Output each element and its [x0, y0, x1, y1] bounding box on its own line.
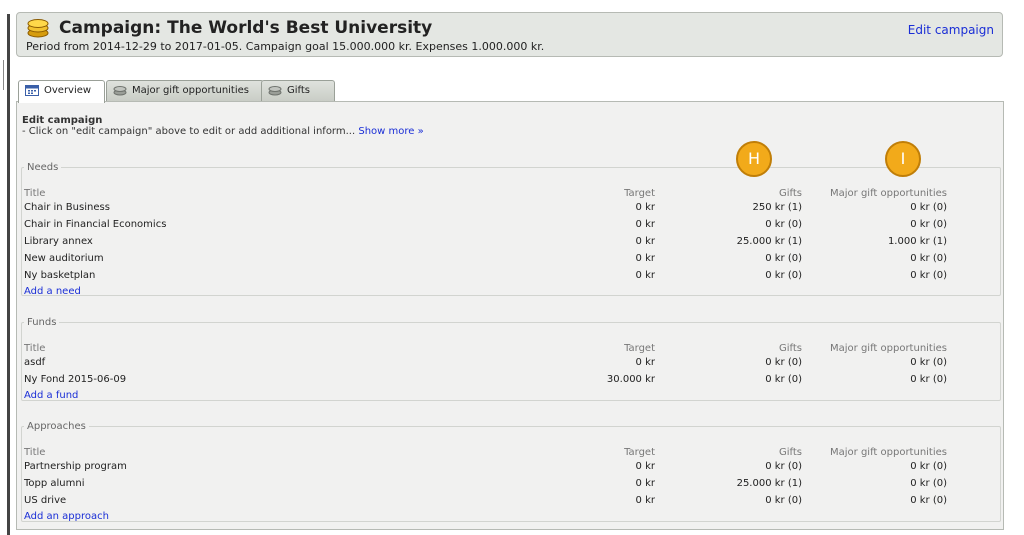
- column-target: Target: [624, 188, 655, 199]
- table-row[interactable]: Ny basketplan 0 kr 0 kr (0) 0 kr (0): [22, 270, 1000, 286]
- section-legend: Funds: [27, 317, 57, 328]
- edit-campaign-heading: Edit campaign: [22, 115, 103, 126]
- edit-campaign-description: - Click on "edit campaign" above to edit…: [22, 126, 424, 137]
- row-gifts: 25.000 kr (1): [736, 236, 802, 247]
- tab-overview[interactable]: Overview: [18, 80, 105, 103]
- column-gifts: Gifts: [778, 343, 802, 354]
- row-gifts: 0 kr (0): [765, 495, 802, 506]
- row-major: 1.000 kr (1): [887, 236, 947, 247]
- section-legend: Approaches: [27, 421, 86, 432]
- left-border-mark: [3, 60, 4, 90]
- column-target: Target: [624, 447, 655, 458]
- tab-major-gift-opportunities[interactable]: Major gift opportunities: [106, 80, 264, 101]
- row-title: asdf: [24, 357, 46, 368]
- row-title: Ny Fond 2015-06-09: [24, 374, 127, 385]
- column-title: Title: [24, 188, 46, 199]
- row-title: Library annex: [24, 236, 93, 247]
- row-target: 0 kr: [635, 478, 655, 489]
- row-target: 0 kr: [635, 253, 655, 264]
- table-row[interactable]: Ny Fond 2015-06-09 30.000 kr 0 kr (0) 0 …: [22, 374, 1000, 390]
- row-gifts: 0 kr (0): [765, 374, 802, 385]
- column-title: Title: [24, 447, 46, 458]
- campaign-period: Period from 2014-12-29 to 2017-01-05. Ca…: [26, 40, 545, 53]
- row-target: 0 kr: [635, 270, 655, 281]
- row-major: 0 kr (0): [910, 495, 947, 506]
- column-title: Title: [24, 343, 46, 354]
- row-target: 0 kr: [635, 357, 655, 368]
- funds-section: Funds Title Target Gifts Major gift oppo…: [21, 317, 1001, 401]
- row-gifts: 0 kr (0): [765, 357, 802, 368]
- add-fund-link[interactable]: Add a fund: [24, 390, 78, 401]
- row-major: 0 kr (0): [910, 357, 947, 368]
- row-major: 0 kr (0): [910, 374, 947, 385]
- annotation-badge-h: H: [736, 141, 772, 177]
- table-row[interactable]: Partnership program 0 kr 0 kr (0) 0 kr (…: [22, 461, 1000, 477]
- column-target: Target: [624, 343, 655, 354]
- row-gifts: 0 kr (0): [765, 270, 802, 281]
- row-target: 30.000 kr: [606, 374, 655, 385]
- tab-label: Overview: [44, 85, 92, 96]
- row-major: 0 kr (0): [910, 253, 947, 264]
- edit-campaign-text: - Click on "edit campaign" above to edit…: [22, 126, 356, 137]
- edit-campaign-link[interactable]: Edit campaign: [908, 23, 994, 37]
- table-row[interactable]: US drive 0 kr 0 kr (0) 0 kr (0): [22, 495, 1000, 511]
- row-title: Chair in Business: [24, 202, 110, 213]
- row-target: 0 kr: [635, 495, 655, 506]
- row-gifts: 0 kr (0): [765, 219, 802, 230]
- row-major: 0 kr (0): [910, 270, 947, 281]
- row-major: 0 kr (0): [910, 219, 947, 230]
- row-title: New auditorium: [24, 253, 104, 264]
- row-gifts: 0 kr (0): [765, 253, 802, 264]
- row-target: 0 kr: [635, 236, 655, 247]
- row-target: 0 kr: [635, 202, 655, 213]
- row-major: 0 kr (0): [910, 461, 947, 472]
- annotation-badge-i: I: [885, 141, 921, 177]
- row-gifts: 25.000 kr (1): [736, 478, 802, 489]
- tab-label: Major gift opportunities: [132, 85, 249, 96]
- table-row[interactable]: Chair in Business 0 kr 250 kr (1) 0 kr (…: [22, 202, 1000, 218]
- row-target: 0 kr: [635, 461, 655, 472]
- column-gifts: Gifts: [778, 447, 802, 458]
- row-gifts: 0 kr (0): [765, 461, 802, 472]
- campaign-header: Campaign: The World's Best University Pe…: [16, 12, 1003, 57]
- section-legend: Needs: [27, 162, 59, 173]
- overview-panel: Edit campaign - Click on "edit campaign"…: [16, 101, 1004, 530]
- table-row[interactable]: Topp alumni 0 kr 25.000 kr (1) 0 kr (0): [22, 478, 1000, 494]
- row-title: Ny basketplan: [24, 270, 96, 281]
- table-row[interactable]: Chair in Financial Economics 0 kr 0 kr (…: [22, 219, 1000, 235]
- column-major-gift-opportunities: Major gift opportunities: [830, 447, 947, 458]
- table-row[interactable]: asdf 0 kr 0 kr (0) 0 kr (0): [22, 357, 1000, 373]
- row-title: Topp alumni: [24, 478, 85, 489]
- campaign-title: Campaign: The World's Best University: [59, 18, 433, 38]
- coins-icon: [27, 19, 49, 38]
- row-gifts: 250 kr (1): [752, 202, 802, 213]
- column-gifts: Gifts: [778, 188, 802, 199]
- coins-icon: [113, 86, 127, 96]
- row-title: US drive: [24, 495, 67, 506]
- row-major: 0 kr (0): [910, 202, 947, 213]
- row-target: 0 kr: [635, 219, 655, 230]
- needs-section: Needs Title Target Gifts Major gift oppo…: [21, 162, 1001, 297]
- show-more-link[interactable]: Show more »: [358, 126, 423, 137]
- column-major-gift-opportunities: Major gift opportunities: [830, 188, 947, 199]
- tab-bar: Overview Major gift opportunities Gifts: [18, 80, 1004, 103]
- tab-label: Gifts: [287, 85, 311, 96]
- row-title: Chair in Financial Economics: [24, 219, 167, 230]
- calendar-icon: [25, 85, 39, 96]
- table-row[interactable]: Library annex 0 kr 25.000 kr (1) 1.000 k…: [22, 236, 1000, 252]
- add-need-link[interactable]: Add a need: [24, 286, 81, 297]
- row-title: Partnership program: [24, 461, 127, 472]
- row-major: 0 kr (0): [910, 478, 947, 489]
- approaches-section: Approaches Title Target Gifts Major gift…: [21, 421, 1001, 522]
- add-approach-link[interactable]: Add an approach: [24, 511, 109, 522]
- column-major-gift-opportunities: Major gift opportunities: [830, 343, 947, 354]
- coins-icon: [268, 86, 282, 96]
- table-row[interactable]: New auditorium 0 kr 0 kr (0) 0 kr (0): [22, 253, 1000, 269]
- left-border: [7, 14, 10, 535]
- tab-gifts[interactable]: Gifts: [261, 80, 335, 101]
